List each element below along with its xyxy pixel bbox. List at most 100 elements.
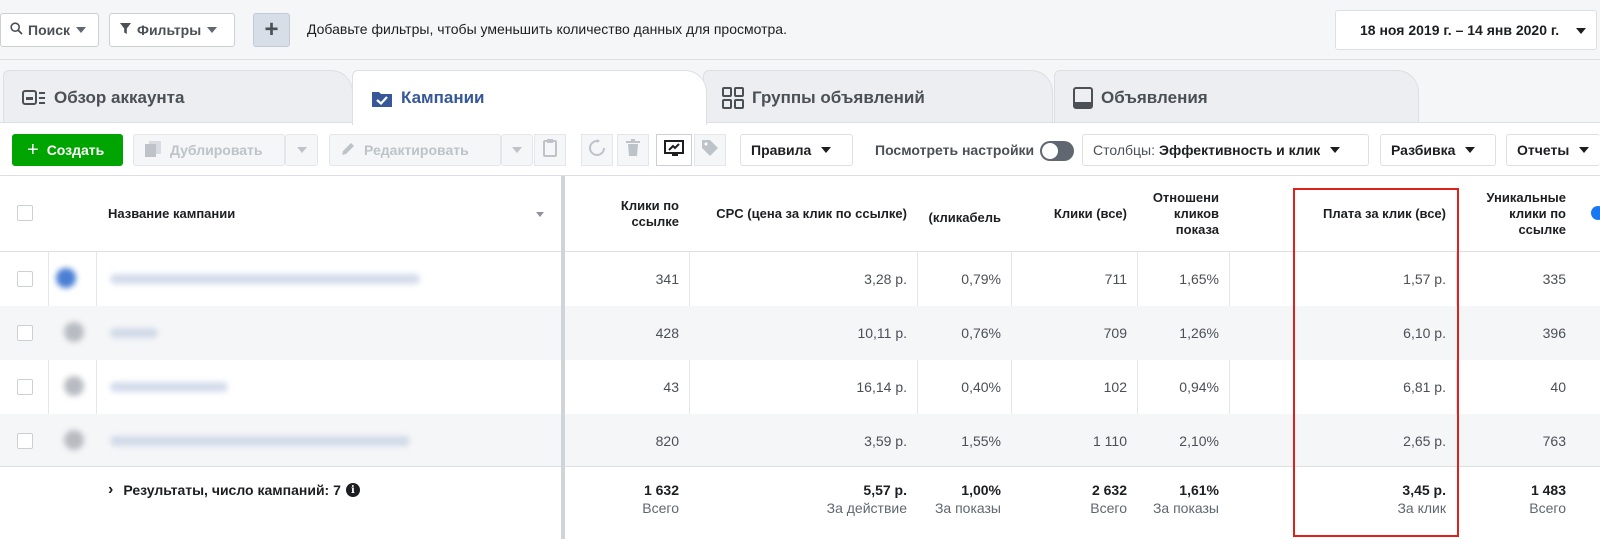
create-button[interactable]: + Создать [12,134,123,166]
row-checkbox[interactable] [17,433,33,449]
total-clicks-all: 2 632 Всего [1011,481,1137,517]
header-cpc-all[interactable]: Плата за клик (все) [1229,176,1456,252]
status-toggle[interactable] [56,268,76,288]
filter-hint-text: Добавьте фильтры, чтобы уменьшить количе… [307,21,787,37]
tag-button[interactable] [694,134,726,166]
row-checkbox[interactable] [17,379,33,395]
table-row[interactable]: 428 10,11 р. 0,76% 709 1,26% 6,10 р. 396 [0,306,1600,360]
cell-ctr: 0,79% [961,271,1001,287]
totals-label: Результаты, число кампаний: 7 [123,482,341,498]
date-range-label: 18 ноя 2019 г. – 14 янв 2020 г. [1360,22,1560,38]
info-icon[interactable]: i [345,483,360,497]
header-ctr[interactable]: (кликабель [917,176,1011,252]
campaign-name-blurred[interactable] [110,328,158,338]
cell-unique-clicks: 763 [1542,433,1566,449]
date-range-picker[interactable]: 18 ноя 2019 г. – 14 янв 2020 г. [1335,10,1597,50]
edit-button-label: Редактировать [364,142,469,158]
row-checkbox[interactable] [17,325,33,341]
status-toggle[interactable] [64,430,84,450]
cell-unique-clicks: 335 [1542,271,1566,287]
header-label: Уникальные клики по ссылке [1486,190,1566,237]
total-sub: Всего [1090,500,1127,516]
tab-account-overview[interactable]: Обзор аккаунта [3,70,353,124]
chevron-down-icon [1465,147,1476,153]
header-link-clicks[interactable]: Клики по ссылке [565,176,689,252]
add-filter-button[interactable]: + [253,13,290,47]
cell-ctr: 0,40% [961,379,1001,395]
campaign-name-blurred[interactable] [110,274,420,284]
reports-button-label: Отчеты [1517,142,1570,158]
chevron-down-icon [1576,28,1586,34]
tab-ads[interactable]: Объявления [1054,70,1419,124]
duplicate-dropdown[interactable] [285,134,318,166]
total-value: 1,00% [961,482,1001,498]
tab-label: Обзор аккаунта [54,87,185,107]
search-button-label: Поиск [28,22,71,38]
campaigns-table: Название кампании Клики по ссылке CPC (ц… [0,176,1600,539]
cell-cpc-all: 6,81 р. [1403,379,1446,395]
cell-ctr: 1,55% [961,433,1001,449]
filters-button[interactable]: Фильтры [109,13,235,47]
total-value: 1 632 [643,482,679,498]
ab-test-icon [664,138,684,163]
delete-button[interactable] [617,134,649,166]
breakdown-button[interactable]: Разбивка [1380,134,1496,166]
header-click-ratio[interactable]: Отношени кликов показа [1137,176,1229,252]
reports-button[interactable]: Отчеты [1506,134,1600,166]
cell-link-clicks: 341 [655,271,679,287]
tabs-bar: Обзор аккаунта Кампании Группы объявлени… [0,60,1600,125]
edit-dropdown[interactable] [501,134,533,166]
refresh-button[interactable] [581,134,613,166]
header-label: Клики по ссылке [620,198,679,229]
filter-bar: Поиск Фильтры + Добавьте фильтры, чтобы … [0,0,1600,60]
status-toggle[interactable] [64,376,84,396]
campaign-name-blurred[interactable] [110,382,228,392]
header-campaign-name[interactable]: Название кампании [96,176,556,252]
columns-button[interactable]: Столбцы: Эффективность и клик [1082,134,1369,166]
total-sub: За действие [826,500,907,516]
total-cpc-link: 5,57 р. За действие [689,481,917,517]
tab-ad-sets[interactable]: Группы объявлений [703,70,1053,124]
columns-value: Эффективность и клик [1159,142,1321,158]
table-row[interactable]: 820 3,59 р. 1,55% 1 110 2,10% 2,65 р. 76… [0,414,1600,468]
header-cpc-link[interactable]: CPC (цена за клик по ссылке) [689,176,917,252]
filter-icon [119,22,132,38]
row-checkbox[interactable] [17,271,33,287]
ab-test-button[interactable] [656,134,692,166]
header-label: Отношени кликов показа [1152,190,1219,237]
ads-icon [1073,86,1093,109]
total-value: 1 483 [1530,482,1566,498]
edit-button[interactable]: Редактировать [329,134,501,166]
header-label: CPC (цена за клик по ссылке) [716,206,907,221]
chevron-down-icon [512,147,522,153]
table-row[interactable]: 341 3,28 р. 0,79% 711 1,65% 1,57 р. 335 [0,252,1600,306]
chevron-right-icon: › [108,481,114,498]
header-unique-link-clicks[interactable]: Уникальные клики по ссылке [1456,176,1576,252]
frozen-column-divider[interactable] [561,176,565,539]
cell-click-ratio: 0,94% [1179,379,1219,395]
total-sub: За показы [1152,500,1219,516]
info-icon[interactable] [1591,206,1600,220]
campaign-name-blurred[interactable] [110,436,410,446]
cell-clicks-all: 1 110 [1093,433,1127,449]
status-toggle[interactable] [64,322,84,342]
table-row[interactable]: 43 16,14 р. 0,40% 102 0,94% 6,81 р. 40 [0,360,1600,414]
total-sub: За клик [1397,500,1446,516]
header-clicks-all[interactable]: Клики (все) [1011,176,1137,252]
cell-cpc-link: 16,14 р. [856,379,907,395]
totals-expander[interactable]: › Результаты, число кампаний: 7 i [108,481,360,499]
duplicate-button[interactable]: Дублировать [133,134,285,166]
search-button[interactable]: Поиск [0,13,99,47]
totals-row: › Результаты, число кампаний: 7 i 1 632 … [0,466,1600,539]
total-value: 5,57 р. [863,482,907,498]
view-settings-toggle[interactable] [1040,141,1074,161]
total-cpc-all: 3,45 р. За клик [1229,481,1456,517]
chevron-down-icon [1330,147,1341,153]
clipboard-button[interactable] [534,134,566,166]
select-all-checkbox[interactable] [17,205,33,221]
rules-button[interactable]: Правила [740,134,853,166]
campaigns-icon [371,88,393,108]
total-sub: Всего [642,500,679,516]
tab-campaigns[interactable]: Кампании [352,70,707,125]
chevron-down-icon [1579,147,1590,153]
